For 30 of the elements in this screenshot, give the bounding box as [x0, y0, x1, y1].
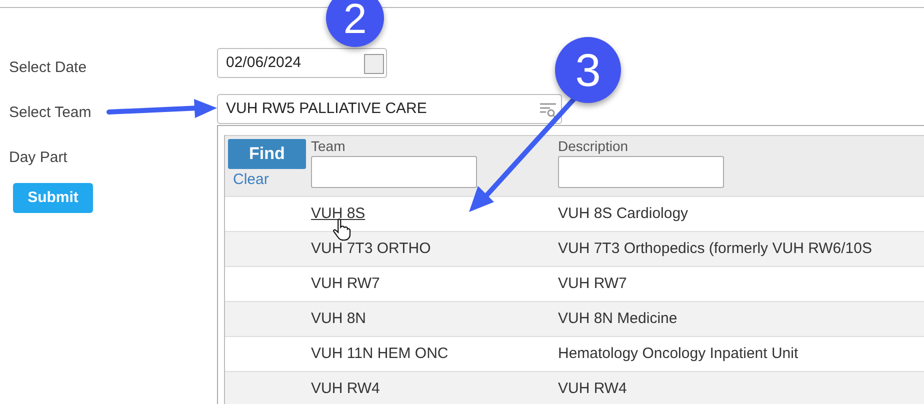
- table-row[interactable]: VUH RW4 VUH RW4: [225, 371, 924, 404]
- table-cell[interactable]: VUH RW7: [311, 274, 380, 292]
- calendar-icon[interactable]: [364, 54, 384, 74]
- table-row[interactable]: VUH 7T3 ORTHO VUH 7T3 Orthopedics (formerly VUH RW6/10S: [225, 231, 924, 266]
- table-cell: VUH 7T3 Orthopedics (formerly VUH RW6/10S: [558, 240, 872, 257]
- field-label: Day Part: [9, 148, 68, 168]
- table-cell: Hematology Oncology Inpatient Unit: [558, 344, 798, 362]
- clear-link[interactable]: Clear: [228, 169, 311, 191]
- field-label: Select Team: [9, 103, 92, 123]
- table-cell: VUH RW7: [558, 274, 627, 292]
- table-cell: VUH 8S Cardiology: [558, 204, 688, 222]
- list-search-icon[interactable]: [539, 102, 557, 118]
- column-filter-field[interactable]: [558, 156, 724, 188]
- table-cell: VUH RW4: [558, 380, 627, 397]
- team-lookup-field[interactable]: VUH RW5 PALLIATIVE CARE: [217, 94, 562, 124]
- table-cell[interactable]: VUH 8N: [311, 310, 366, 327]
- column-filter-field[interactable]: [311, 156, 477, 188]
- column-header: Team: [311, 137, 346, 156]
- table-cell[interactable]: VUH RW4: [311, 380, 380, 397]
- step-number-badge: 2: [326, 0, 384, 47]
- table-row[interactable]: VUH 8N VUH 8N Medicine: [225, 301, 924, 336]
- table-cell[interactable]: VUH 7T3 ORTHO: [311, 240, 431, 257]
- table-cell: VUH 8N Medicine: [558, 310, 678, 327]
- table-cell[interactable]: VUH 8S: [311, 204, 366, 222]
- date-field[interactable]: 02/06/2024: [217, 48, 387, 78]
- field-label: Select Date: [9, 58, 87, 78]
- step-number-badge: 3: [555, 37, 621, 103]
- table-cell[interactable]: VUH 11N HEM ONC: [311, 344, 448, 362]
- find-button[interactable]: Find: [228, 139, 306, 169]
- column-header: Description: [558, 137, 630, 156]
